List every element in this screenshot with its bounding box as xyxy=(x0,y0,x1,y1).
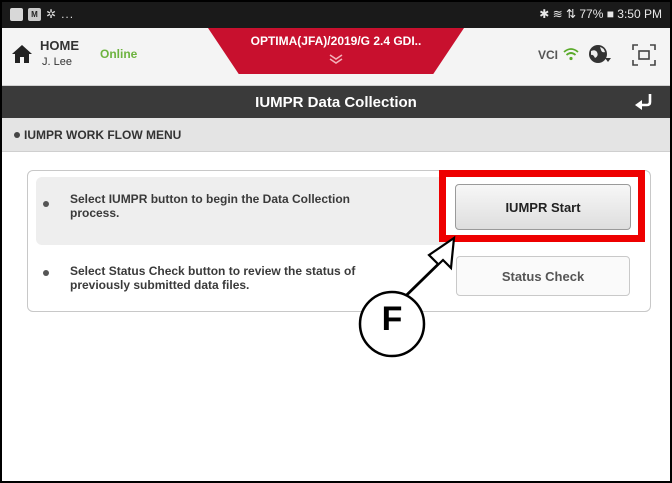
status-instruction-line-2: previously submitted data files. xyxy=(70,278,250,292)
chevron-down-icon xyxy=(329,54,343,64)
vehicle-selector-tab[interactable]: OPTIMA(JFA)/2019/G 2.4 GDI.. xyxy=(208,28,464,74)
globe-icon[interactable] xyxy=(585,40,613,70)
vci-label: VCI xyxy=(538,48,559,62)
status-bar-left: M ✲ ... xyxy=(10,7,74,21)
page-title: IUMPR Data Collection xyxy=(255,94,417,111)
online-status: Online xyxy=(100,47,138,61)
settings-notification-icon: ✲ xyxy=(46,7,57,21)
iumpr-instruction-text: Select IUMPR button to begin the Data Co… xyxy=(70,192,350,220)
row-bullet-icon xyxy=(43,201,49,207)
wifi-icon xyxy=(563,48,579,61)
calendar-notification-icon: M xyxy=(28,7,41,21)
user-name: J. Lee xyxy=(42,56,72,68)
bullet-icon xyxy=(14,132,20,138)
app-header: HOME J. Lee Online OPTIMA(JFA)/2019/G 2.… xyxy=(2,28,670,86)
more-notifications-text: ... xyxy=(61,7,75,21)
title-bar: IUMPR Data Collection xyxy=(2,86,670,118)
row-bullet-icon xyxy=(43,270,49,276)
home-label[interactable]: HOME xyxy=(40,38,79,53)
workflow-menu-header: IUMPR WORK FLOW MENU xyxy=(2,118,670,152)
expand-icon[interactable] xyxy=(627,40,661,70)
gallery-notification-icon xyxy=(10,7,23,21)
vehicle-label: OPTIMA(JFA)/2019/G 2.4 GDI.. xyxy=(250,34,422,48)
iumpr-instruction-line-1: Select IUMPR button to begin the Data Co… xyxy=(70,192,351,206)
highlight-box xyxy=(439,170,645,242)
status-bar-right: ✱ ≋ ⇅ 77% ■ 3:50 PM xyxy=(539,7,662,21)
status-bar: M ✲ ... ✱ ≋ ⇅ 77% ■ 3:50 PM xyxy=(2,2,670,28)
screenshot-frame: M ✲ ... ✱ ≋ ⇅ 77% ■ 3:50 PM HOME J. Lee … xyxy=(0,0,672,483)
callout-letter: F xyxy=(381,300,403,338)
status-check-button[interactable]: Status Check xyxy=(456,256,630,296)
iumpr-instruction-line-2: process. xyxy=(70,206,120,220)
workflow-menu-label: IUMPR WORK FLOW MENU xyxy=(24,128,182,142)
status-instruction-text: Select Status Check button to review the… xyxy=(70,264,355,292)
home-icon[interactable] xyxy=(10,42,34,66)
status-instruction-line-1: Select Status Check button to review the… xyxy=(70,264,356,278)
back-arrow-icon[interactable] xyxy=(632,90,656,114)
